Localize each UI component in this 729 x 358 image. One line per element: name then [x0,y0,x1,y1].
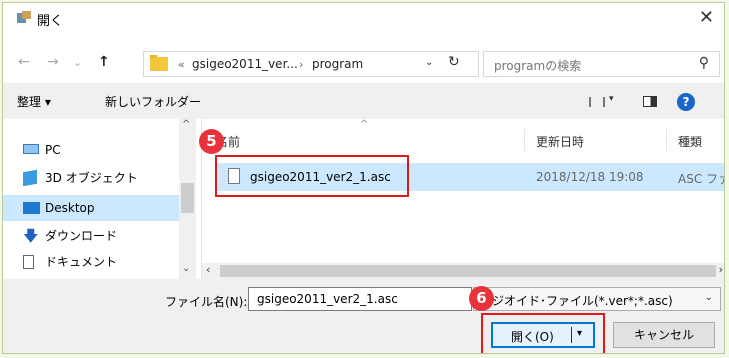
title-bar: 開く ✕ [3,3,724,33]
file-type-filter[interactable]: ジオイド･ファイル(*.ver*;*.asc) ⌄ [473,287,721,311]
scrollbar-thumb[interactable] [181,183,194,213]
scrollbar-thumb[interactable] [220,265,716,277]
cancel-button[interactable]: キャンセル [613,322,715,348]
sidebar-item-desktop[interactable]: Desktop [3,195,179,221]
sidebar-item-3d-objects[interactable]: 3D オブジェクト [3,165,179,191]
new-folder-button[interactable]: 新しいフォルダー [105,93,201,110]
scroll-down-icon[interactable]: ⌄ [182,263,190,274]
column-header-type[interactable]: 種類 [678,133,702,150]
organize-menu[interactable]: 整理 ▾ [17,93,51,110]
navigation-pane: PC 3D オブジェクト Desktop 🡇 ダウンロード ドキュメント ^ ⌄ [3,119,202,279]
file-modified: 2018/12/18 19:08 [536,170,644,184]
column-divider[interactable] [524,129,525,151]
breadcrumb-separator: › [299,58,304,71]
address-bar[interactable]: « gsigeo2011_ver... › program ⌄ ↻ [143,51,479,77]
sort-ascending-icon: ^ [360,119,369,130]
sidebar-item-label: 3D オブジェクト [45,171,138,185]
chevron-down-icon[interactable]: ⌄ [705,292,713,303]
window-title: 開く [37,14,64,29]
close-icon[interactable]: ✕ [699,7,714,28]
column-divider[interactable] [666,129,667,151]
search-box[interactable]: programの検索 ⚲ [483,51,720,77]
breadcrumb-overflow[interactable]: « [178,58,185,71]
desktop-icon [23,202,40,214]
app-icon [17,11,31,23]
sidebar-item-label: Desktop [45,201,95,215]
refresh-icon[interactable]: ↻ [448,54,460,70]
sidebar-item-pc[interactable]: PC [3,137,179,163]
filename-label: ファイル名(N): [165,295,248,309]
sidebar-item-documents[interactable]: ドキュメント [3,249,179,275]
breadcrumb-program[interactable]: program [312,57,363,71]
step6-badge: 6 [469,286,494,311]
scroll-up-icon[interactable]: ^ [182,119,190,130]
file-type-filter-value: ジオイド･ファイル(*.ver*;*.asc) [492,294,673,308]
step6-highlight [481,313,605,353]
scroll-left-icon[interactable]: ‹ [206,263,210,276]
pc-icon [23,144,39,154]
view-dropdown-icon[interactable]: ▾ [609,94,614,104]
up-folder-icon[interactable]: ↑ [98,54,110,70]
back-arrow-icon[interactable]: ← [18,54,30,70]
sidebar-item-label: ダウンロード [45,229,118,243]
step5-badge: 5 [199,129,224,154]
filename-field[interactable] [248,287,472,311]
sidebar-item-label: PC [45,143,61,157]
preview-pane-icon[interactable] [643,96,657,107]
documents-icon [23,255,34,269]
chevron-down-icon[interactable]: ⌄ [425,57,433,68]
address-row: ← → ⌄ ↑ « gsigeo2011_ver... › program ⌄ … [3,33,724,83]
filename-input[interactable] [257,292,457,306]
sidebar-scrollbar[interactable]: ^ ⌄ [179,119,196,279]
help-icon[interactable]: ? [677,93,695,111]
search-icon[interactable]: ⚲ [699,55,709,71]
sidebar-item-label: ドキュメント [45,255,118,269]
file-type: ASC ファイ [678,172,724,186]
view-options-icon[interactable] [589,97,605,107]
scroll-right-icon[interactable]: › [719,263,723,276]
3d-objects-icon [23,169,37,187]
step5-highlight [215,155,409,197]
folder-icon [150,55,168,71]
file-list: ^ 名前 更新日時 種類 gsigeo2011_ver2_1.asc 2018/… [202,119,724,279]
search-placeholder: programの検索 [494,59,582,73]
breadcrumb-gsigeo[interactable]: gsigeo2011_ver... [192,57,298,71]
horizontal-scrollbar[interactable]: ‹ › [202,263,724,279]
recent-locations-icon[interactable]: ⌄ [73,56,82,69]
forward-arrow-icon[interactable]: → [47,54,59,70]
column-header-modified[interactable]: 更新日時 [536,133,584,150]
command-bar: 整理 ▾ 新しいフォルダー ▾ ? [3,83,724,119]
open-file-dialog: 開く ✕ ← → ⌄ ↑ « gsigeo2011_ver... › progr… [2,2,725,354]
download-icon: 🡇 [23,227,39,245]
sidebar-item-downloads[interactable]: 🡇 ダウンロード [3,223,179,249]
